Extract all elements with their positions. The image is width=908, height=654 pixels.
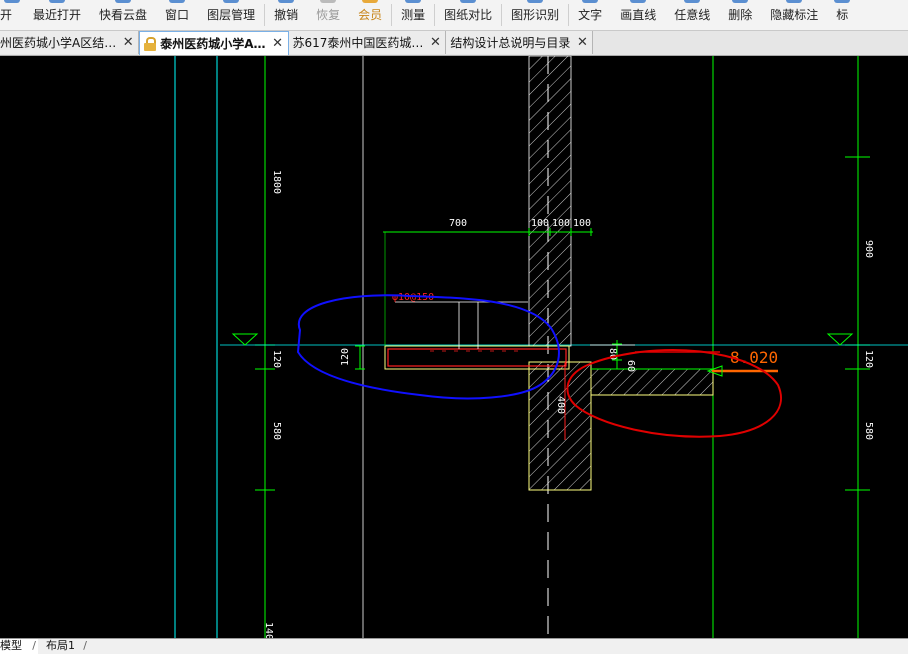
toolbar-button-icon (278, 0, 295, 3)
dim-100-c: 100 (573, 218, 591, 229)
toolbar-button-8[interactable]: 测量 (392, 0, 434, 30)
toolbar-button-label: 图形识别 (511, 8, 560, 22)
dim-700: 700 (449, 218, 467, 229)
document-tab-1[interactable]: 泰州医药城小学A… ✕ (139, 31, 289, 55)
toolbar-button-10[interactable]: 图形识别 (502, 0, 568, 30)
toolbar-button-5[interactable]: 撤销 (265, 0, 307, 30)
toolbar-button-label: 任意线 (674, 8, 711, 22)
toolbar-button-label: 恢复 (316, 8, 341, 22)
toolbar-button-label: 文字 (578, 8, 603, 22)
toolbar-button-icon (405, 0, 422, 3)
toolbar-button-label: 最近打开 (33, 8, 82, 22)
toolbar-button-label: 删除 (728, 8, 753, 22)
toolbar-button-icon (834, 0, 851, 3)
toolbar-button-12[interactable]: 画直线 (611, 0, 665, 30)
toolbar-button-icon (115, 0, 132, 3)
toolbar-button-6[interactable]: 恢复 (307, 0, 349, 30)
toolbar-button-icon (527, 0, 544, 3)
toolbar-button-icon (582, 0, 599, 3)
dim-900: 900 (863, 240, 874, 258)
wall-section (528, 55, 592, 491)
toolbar-button-16[interactable]: 标 (827, 0, 857, 30)
dim-120-left: 120 (271, 350, 282, 368)
toolbar-button-label: 撤销 (274, 8, 299, 22)
toolbar-button-0[interactable]: 开 (0, 0, 24, 30)
document-tab-label: 州医药城小学A区结… (0, 36, 117, 50)
toolbar-button-icon (4, 0, 20, 3)
toolbar-button-7[interactable]: 会员 (349, 0, 391, 30)
layout-tab-label: 布局1 (46, 639, 75, 652)
layout-tab-0[interactable]: 模型 / (0, 639, 38, 654)
toolbar-button-icon (684, 0, 701, 3)
dim-1400: 1400 (263, 622, 274, 638)
toolbar-button-9[interactable]: 图纸对比 (435, 0, 501, 30)
toolbar-button-label: 隐藏标注 (770, 8, 819, 22)
level-marker-left-icon (231, 333, 259, 346)
toolbar-button-2[interactable]: 快看云盘 (90, 0, 156, 30)
toolbar-button-11[interactable]: 文字 (569, 0, 611, 30)
dim-100-a: 100 (531, 218, 549, 229)
main-toolbar: 开 最近打开 快看云盘 窗口 图层管理 撤销 恢复 会员 测量 图纸对比 图形识别 文字 画直线 任意线 删… (0, 0, 908, 31)
right-slab (590, 368, 714, 396)
close-tab-icon[interactable]: ✕ (122, 35, 134, 50)
toolbar-button-15[interactable]: 隐藏标注 (761, 0, 827, 30)
toolbar-button-icon (732, 0, 749, 3)
toolbar-button-icon (169, 0, 186, 3)
toolbar-button-14[interactable]: 删除 (719, 0, 761, 30)
level-marker-right-icon (826, 333, 854, 346)
toolbar-button-label: 快看云盘 (99, 8, 148, 22)
toolbar-button-label: 会员 (358, 8, 383, 22)
toolbar-button-label: 画直线 (620, 8, 657, 22)
close-tab-icon[interactable]: ✕ (576, 35, 588, 50)
document-tab-bar: 州医药城小学A区结… ✕ 泰州医药城小学A… ✕ 苏617泰州中国医药城… ✕ 结构设计总说… (0, 31, 908, 56)
toolbar-button-icon (49, 0, 66, 3)
toolbar-button-label: 图纸对比 (444, 8, 493, 22)
document-tab-0[interactable]: 州医药城小学A区结… ✕ (0, 31, 140, 54)
dim-400: 400 (555, 396, 566, 414)
toolbar-button-label: 标 (836, 8, 849, 22)
toolbar-button-icon (320, 0, 337, 3)
dim-100-b: 100 (552, 218, 570, 229)
toolbar-button-icon (460, 0, 477, 3)
toolbar-button-icon (630, 0, 647, 3)
layout-tab-1[interactable]: 布局1 / (38, 639, 89, 654)
dim-580-left: 580 (271, 422, 282, 440)
toolbar-button-icon (786, 0, 803, 3)
layout-tab-label: 模型 (0, 639, 22, 652)
dim-1800: 1800 (271, 170, 282, 194)
document-tab-label: 泰州医药城小学A… (160, 37, 266, 51)
toolbar-button-label: 开 (0, 8, 13, 22)
dim-580-right: 580 (863, 422, 874, 440)
toolbar-button-icon (223, 0, 240, 3)
lock-icon (144, 36, 157, 51)
dim-60: 60 (625, 360, 636, 372)
document-tab-3[interactable]: 结构设计总说明与目录 ✕ (446, 31, 594, 54)
document-tab-label: 结构设计总说明与目录 (450, 36, 571, 50)
tab-divider: / (32, 639, 36, 652)
close-tab-icon[interactable]: ✕ (429, 35, 441, 50)
small-dimension-ticks (355, 340, 635, 370)
blue-annotation-circle (296, 294, 560, 400)
close-tab-icon[interactable]: ✕ (272, 36, 284, 51)
toolbar-button-label: 图层管理 (207, 8, 256, 22)
layout-tab-bar: 模型 / 布局1 / (0, 638, 908, 654)
dim-120-right: 120 (863, 350, 874, 368)
cad-drawing-canvas[interactable]: 700 100 100 100 1800 900 120 580 120 580… (0, 55, 908, 646)
reference-lines (174, 56, 859, 638)
document-tab-2[interactable]: 苏617泰州中国医药城… ✕ (288, 31, 447, 54)
document-tab-label: 苏617泰州中国医药城… (292, 36, 424, 50)
toolbar-button-13[interactable]: 任意线 (665, 0, 719, 30)
dim-120-slab: 120 (340, 348, 351, 366)
toolbar-button-3[interactable]: 窗口 (156, 0, 198, 30)
elevation-label: 8.020 (730, 348, 778, 367)
tab-divider: / (83, 639, 87, 652)
toolbar-button-icon (362, 0, 379, 3)
toolbar-button-label: 测量 (401, 8, 426, 22)
toolbar-button-4[interactable]: 图层管理 (198, 0, 264, 30)
toolbar-button-1[interactable]: 最近打开 (24, 0, 90, 30)
toolbar-button-label: 窗口 (165, 8, 190, 22)
